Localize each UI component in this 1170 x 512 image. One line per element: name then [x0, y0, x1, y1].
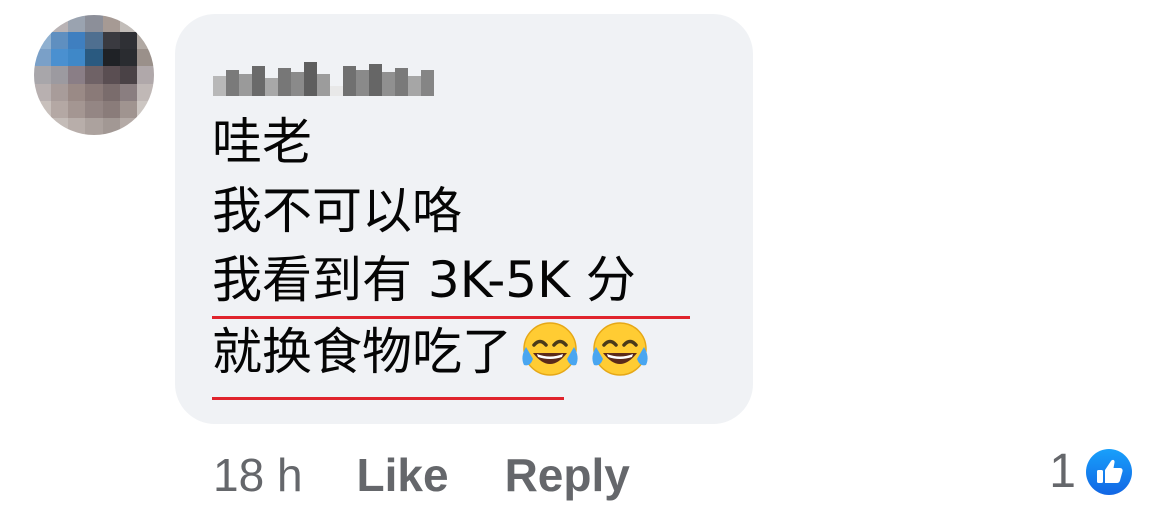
avatar-mosaic-cell — [68, 15, 86, 33]
avatar-mosaic-cell — [85, 83, 103, 101]
avatar-mosaic-cell — [68, 83, 86, 101]
name-mosaic-cell — [239, 74, 252, 96]
reply-button[interactable]: Reply — [505, 448, 630, 502]
avatar-mosaic-cell — [85, 15, 103, 33]
comment-line-4: 就换食物吃了 — [212, 315, 732, 387]
avatar-mosaic-cell — [34, 66, 52, 84]
avatar-mosaic-cell — [51, 15, 69, 33]
comment-actions: 18 h Like Reply — [213, 445, 630, 505]
avatar-mosaic-cell — [102, 32, 120, 50]
avatar-mosaic-cell — [85, 66, 103, 84]
comment-line-1: 哇老 — [212, 113, 312, 171]
avatar-mosaic-cell — [136, 66, 154, 84]
avatar-mosaic-cell — [136, 15, 154, 33]
avatar-mosaic-cell — [119, 66, 137, 84]
avatar-mosaic-cell — [136, 100, 154, 118]
like-button[interactable]: Like — [357, 448, 449, 502]
avatar-mosaic-cell — [119, 117, 137, 135]
like-reaction-icon — [1082, 444, 1136, 499]
avatar-mosaic-cell — [136, 83, 154, 101]
avatar-mosaic-cell — [34, 83, 52, 101]
timestamp[interactable]: 18 h — [213, 448, 303, 502]
name-mosaic-cell — [304, 62, 317, 96]
avatar-mosaic-cell — [136, 49, 154, 67]
name-mosaic-cell — [226, 70, 239, 96]
reaction-summary[interactable]: 1 — [1049, 444, 1136, 499]
avatar-mosaic-cell — [85, 49, 103, 67]
face-with-tears-of-joy-icon — [592, 322, 648, 376]
comment-container: 哇老 我不可以咯 我看到有 3K-5K 分 就换食物吃了 18 h Like R… — [0, 0, 1170, 512]
name-mosaic-cell — [278, 68, 291, 96]
avatar-mosaic-cell — [119, 100, 137, 118]
name-mosaic-cell — [369, 64, 382, 96]
name-mosaic-cell — [395, 68, 408, 96]
comment-body: 哇老 我不可以咯 我看到有 3K-5K 分 就换食物吃了 — [212, 108, 732, 387]
avatar-mosaic-cell — [68, 117, 86, 135]
avatar-mosaic-cell — [68, 100, 86, 118]
name-mosaic-cell — [343, 66, 356, 96]
avatar-mosaic-cell — [34, 32, 52, 50]
name-mosaic-cell — [382, 72, 395, 96]
avatar-mosaic-cell — [68, 32, 86, 50]
avatar-mosaic-cell — [34, 117, 52, 135]
avatar-mosaic-cell — [85, 117, 103, 135]
avatar-mosaic-cell — [51, 100, 69, 118]
name-mosaic-cell — [265, 78, 278, 96]
avatar-mosaic-cell — [102, 66, 120, 84]
face-with-tears-of-joy-icon — [522, 322, 578, 376]
avatar-mosaic-cell — [68, 49, 86, 67]
avatar-mosaic-cell — [119, 83, 137, 101]
avatar-mosaic-cell — [51, 117, 69, 135]
avatar-mosaic-cell — [85, 100, 103, 118]
comment-line-2: 我不可以咯 — [212, 182, 462, 240]
avatar-mosaic-cell — [119, 32, 137, 50]
avatar-mosaic-cell — [51, 83, 69, 101]
underline-line-3 — [212, 316, 690, 319]
name-mosaic-cell — [213, 76, 226, 96]
name-mosaic-cell — [291, 72, 304, 96]
avatar-mosaic-cell — [102, 100, 120, 118]
avatar-mosaic-cell — [136, 117, 154, 135]
avatar-mosaic-cell — [102, 49, 120, 67]
avatar-mosaic-cell — [119, 49, 137, 67]
name-mosaic-cell — [421, 70, 434, 96]
name-mosaic-cell — [252, 66, 265, 96]
avatar-mosaic-cell — [51, 66, 69, 84]
avatar-mosaic-cell — [34, 49, 52, 67]
comment-line-4-text: 就换食物吃了 — [212, 323, 512, 381]
avatar[interactable] — [34, 15, 154, 135]
comment-line-3: 我看到有 3K-5K 分 — [212, 251, 636, 309]
avatar-mosaic-cell — [51, 49, 69, 67]
avatar-mosaic-cell — [34, 100, 52, 118]
avatar-mosaic-cell — [119, 15, 137, 33]
avatar-mosaic-cell — [102, 15, 120, 33]
avatar-mosaic-cell — [34, 15, 52, 33]
avatar-mosaic-cell — [136, 32, 154, 50]
name-mosaic-cell — [356, 70, 369, 96]
avatar-mosaic-cell — [102, 83, 120, 101]
name-mosaic-cell — [408, 76, 421, 96]
name-mosaic-cell — [317, 74, 330, 96]
avatar-mosaic-cell — [51, 32, 69, 50]
author-name-blurred[interactable] — [213, 52, 434, 96]
avatar-mosaic-cell — [68, 66, 86, 84]
name-mosaic-cell — [330, 86, 343, 96]
underline-line-4 — [212, 397, 564, 400]
avatar-mosaic-cell — [85, 32, 103, 50]
avatar-mosaic-cell — [102, 117, 120, 135]
reaction-count: 1 — [1049, 445, 1076, 498]
